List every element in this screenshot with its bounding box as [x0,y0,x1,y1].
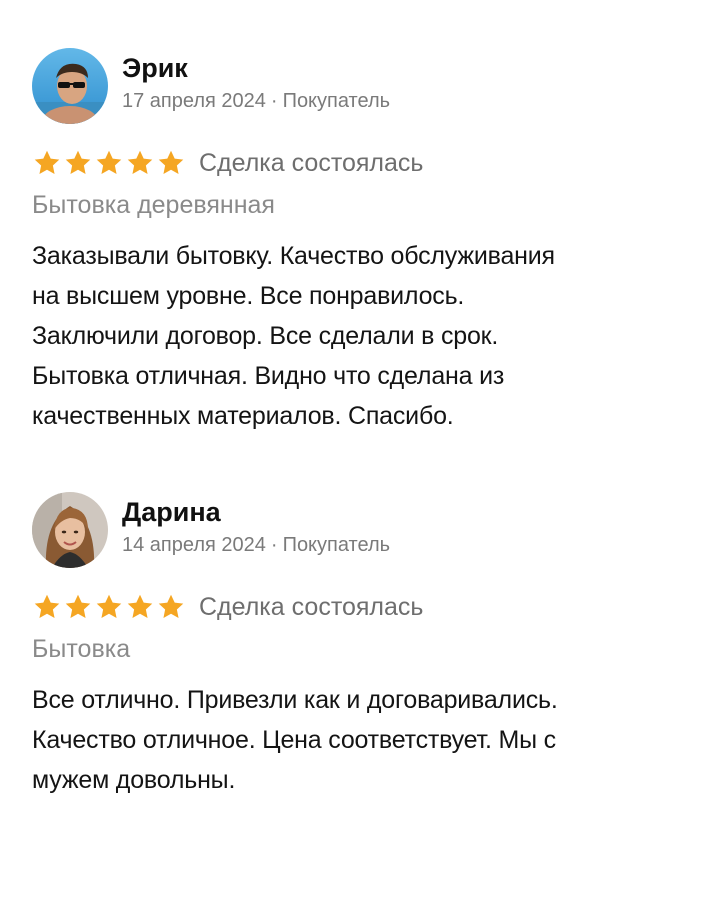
review-text: Заказывали бытовку. Качество обслуживани… [32,236,692,436]
review-text-line: Заказывали бытовку. Качество обслуживани… [32,242,555,270]
star-icon [94,148,124,178]
rating-row: Сделка состоялась [32,590,692,624]
user-photo-woman-icon [32,492,108,568]
review-header: Эрик 17 апреля 2024 · Покупатель [32,46,692,126]
review-text-line: Качество отличное. Цена соответствует. М… [32,726,556,754]
review-text-line: Бытовка отличная. Видно что сделана из [32,362,505,390]
review-text: Все отлично. Привезли как и договаривали… [32,680,692,800]
review-text-line: мужем довольны. [32,766,236,794]
star-icon [156,148,186,178]
review-meta: 14 апреля 2024 · Покупатель [122,532,390,558]
star-icon [63,592,93,622]
meta-separator: · [270,90,278,112]
review-date: 14 апреля 2024 [122,534,266,556]
product-name[interactable]: Бытовка деревянная [32,188,692,222]
star-icon [125,148,155,178]
star-icon [94,592,124,622]
author-role: Покупатель [282,90,391,112]
review-card: Эрик 17 апреля 2024 · Покупатель Сделка со… [32,46,692,436]
deal-status: Сделка состоялась [199,149,424,177]
star-icon [63,148,93,178]
review-card: Дарина 14 апреля 2024 · Покупатель Сделка … [32,490,692,800]
star-icon [125,592,155,622]
avatar[interactable] [32,48,108,124]
author-info: Эрик 17 апреля 2024 · Покупатель [122,53,390,114]
review-meta: 17 апреля 2024 · Покупатель [122,88,390,114]
review-text-line: Заключили договор. Все сделали в срок. [32,322,499,350]
meta-separator: · [270,534,278,556]
author-info: Дарина 14 апреля 2024 · Покупатель [122,497,390,558]
author-name[interactable]: Эрик [122,52,390,84]
review-date: 17 апреля 2024 [122,90,266,112]
product-name[interactable]: Бытовка [32,632,692,666]
star-icon [156,592,186,622]
avatar[interactable] [32,492,108,568]
review-header: Дарина 14 апреля 2024 · Покупатель [32,490,692,570]
star-rating [32,148,187,178]
deal-status: Сделка состоялась [199,593,424,621]
star-icon [32,148,62,178]
review-text-line: Все отлично. Привезли как и договаривали… [32,686,558,714]
star-rating [32,592,187,622]
user-photo-man-sunglasses-icon [32,48,108,124]
review-text-line: качественных материалов. Спасибо. [32,402,454,430]
review-text-line: на высшем уровне. Все понравилось. [32,282,465,310]
star-icon [32,592,62,622]
rating-row: Сделка состоялась [32,146,692,180]
author-role: Покупатель [282,534,391,556]
author-name[interactable]: Дарина [122,496,390,528]
